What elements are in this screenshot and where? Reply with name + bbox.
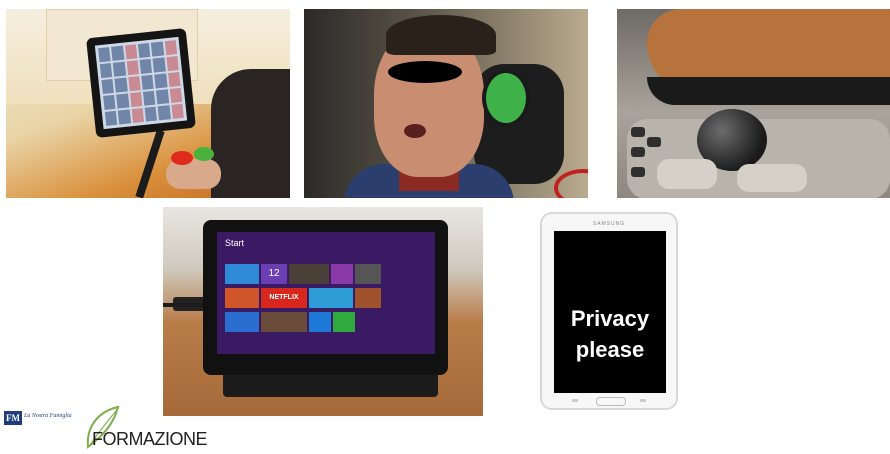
trackball-right-button [737, 164, 807, 192]
green-head-switch [482, 69, 530, 127]
green-switch [194, 147, 214, 161]
person [211, 69, 290, 198]
logo-mark: FM [4, 411, 22, 425]
phone-screen: Privacy please [554, 231, 666, 393]
privacy-message: Privacy please [554, 303, 666, 365]
windows-start-screen: Start 12 NETFLIX [217, 232, 435, 354]
softkey-left [572, 399, 578, 402]
trackball-left-button [657, 159, 717, 189]
mouth [404, 124, 426, 138]
photo-tobii-tablet: tobii Start 12 NETFLIX [163, 207, 483, 416]
privacy-line1: Privacy [570, 306, 650, 331]
softkey-right [640, 399, 646, 402]
photo-head-switch [304, 9, 588, 198]
mount-arm [135, 129, 165, 198]
red-switch [171, 151, 193, 165]
shoe-sole [647, 77, 890, 105]
start-label: Start [225, 238, 245, 248]
home-button [596, 397, 626, 406]
hair [386, 15, 496, 55]
aac-tablet [86, 28, 196, 138]
tablet-device: Start 12 NETFLIX [203, 220, 448, 375]
wheelchair-frame [554, 169, 588, 198]
phone-brand: SAMSUNG [592, 221, 626, 227]
logo-word: FORMAZIONE [92, 429, 208, 449]
logo-tagline: La Nostra Famiglia [24, 413, 72, 419]
photo-aac-tablet [6, 9, 290, 198]
formazione-logo: FM La Nostra Famiglia FORMAZIONE [4, 405, 208, 454]
censor-bar [388, 61, 462, 83]
phone: SAMSUNG Privacy please [540, 212, 678, 410]
photo-foot-trackball [617, 9, 890, 198]
tile-date: 12 [261, 264, 287, 284]
tile-netflix: NETFLIX [261, 288, 307, 308]
aac-grid [94, 36, 188, 130]
privacy-line2: please [575, 337, 645, 362]
